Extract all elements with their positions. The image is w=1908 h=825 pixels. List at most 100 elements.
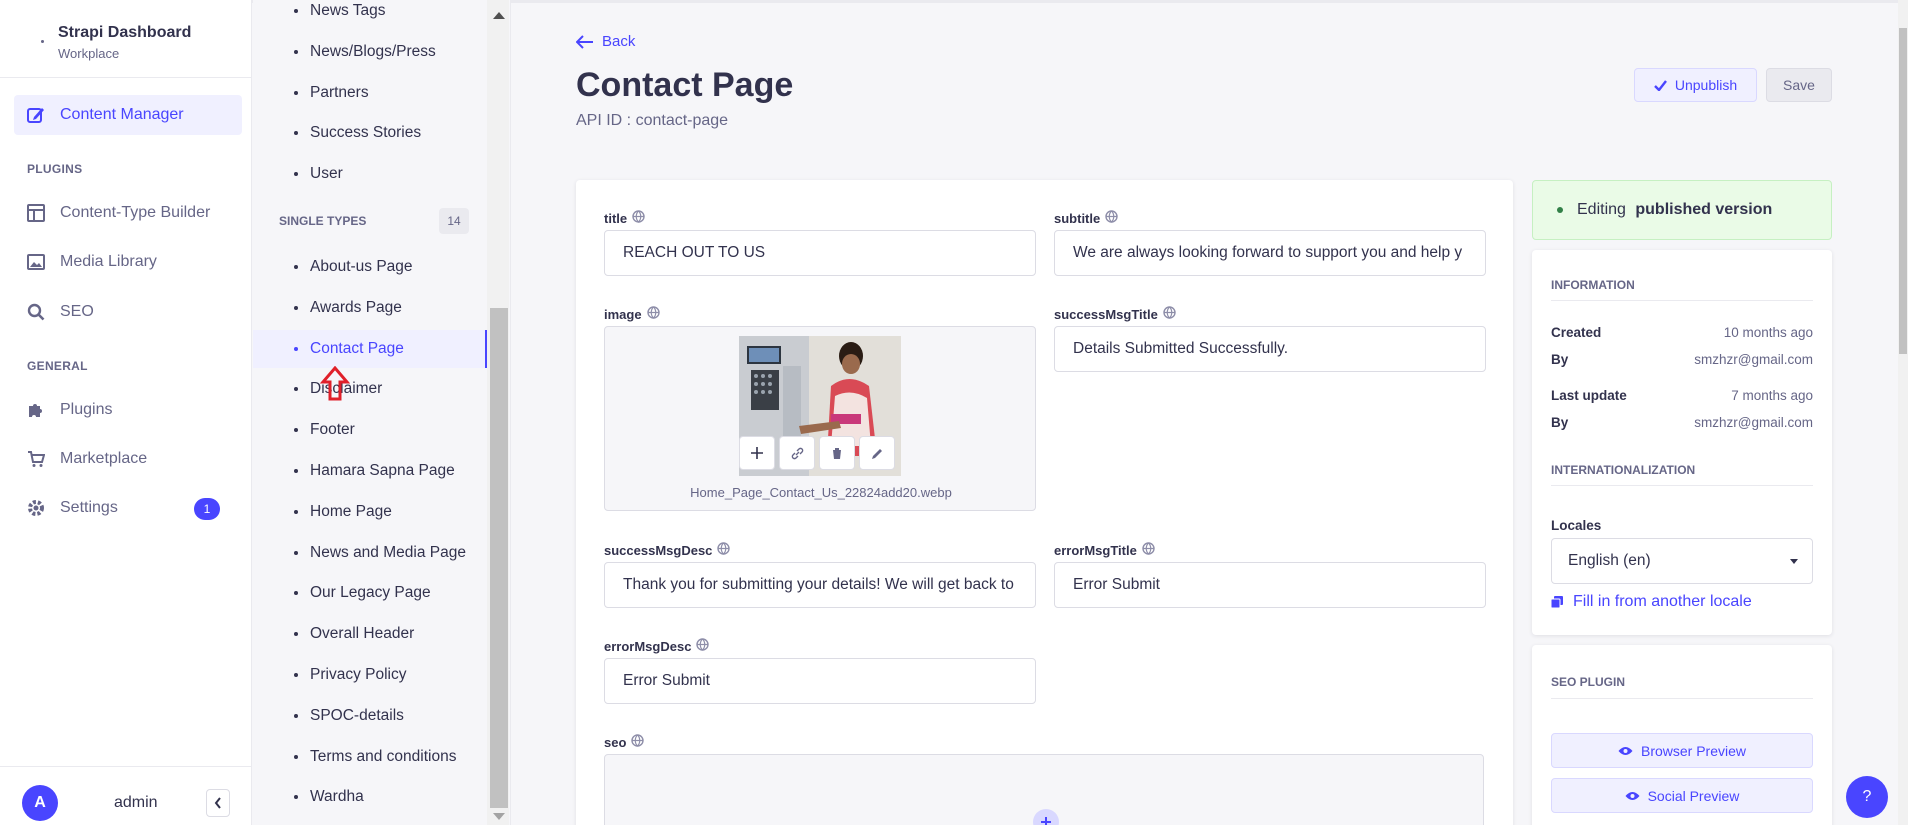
error-desc-input[interactable]: Error Submit bbox=[604, 658, 1036, 704]
nav-label: Marketplace bbox=[60, 450, 148, 467]
nav-label: Content-Type Builder bbox=[60, 204, 211, 221]
divider bbox=[1551, 300, 1813, 301]
globe-icon bbox=[631, 734, 645, 750]
divider bbox=[1551, 698, 1813, 699]
subnav-item[interactable]: User bbox=[253, 155, 487, 193]
label-text: title bbox=[604, 210, 628, 226]
caret-down-icon bbox=[1790, 559, 1798, 564]
subnav-item-label: Our Legacy Page bbox=[310, 584, 431, 602]
subnav-item[interactable]: Hamara Sapna Page bbox=[253, 452, 487, 490]
eye-icon bbox=[1618, 746, 1633, 755]
subnav-item-label: About-us Page bbox=[310, 258, 413, 275]
pencil-square-icon bbox=[26, 105, 46, 125]
nav-content-manager[interactable]: Content Manager bbox=[14, 95, 242, 135]
save-button[interactable]: Save bbox=[1766, 68, 1832, 102]
single-types-count: 14 bbox=[439, 208, 469, 234]
subnav-item[interactable]: Home Page bbox=[253, 493, 487, 531]
scroll-down-arrow[interactable] bbox=[493, 813, 505, 820]
social-preview-button[interactable]: Social Preview bbox=[1551, 778, 1813, 813]
nav-footer: A admin bbox=[0, 766, 252, 825]
bullet bbox=[294, 91, 298, 95]
page-scrollbar[interactable] bbox=[1898, 0, 1908, 825]
subnav-item[interactable]: Privacy Policy bbox=[253, 656, 487, 694]
browser-preview-label: Browser Preview bbox=[1640, 742, 1747, 759]
add-media-button[interactable] bbox=[739, 436, 775, 470]
locales-label: Locales bbox=[1551, 518, 1602, 533]
subnav-item-label: SPOC-details bbox=[310, 706, 404, 724]
subnav-item[interactable]: Disclaimer bbox=[253, 370, 487, 408]
label-text: successMsgTitle bbox=[1054, 306, 1158, 322]
single-types-heading: SINGLE TYPES bbox=[279, 214, 367, 228]
scroll-thumb[interactable] bbox=[490, 308, 508, 808]
edit-media-button[interactable] bbox=[859, 436, 895, 470]
subnav-item[interactable]: Success Stories bbox=[253, 114, 487, 152]
help-button[interactable]: ? bbox=[1846, 776, 1888, 818]
subnav-item[interactable]: Partners bbox=[253, 74, 487, 112]
user-name[interactable]: admin bbox=[114, 794, 158, 812]
success-desc-input[interactable]: Thank you for submitting your details! W… bbox=[604, 562, 1036, 608]
title-input[interactable]: REACH OUT TO US bbox=[604, 230, 1036, 276]
globe-icon bbox=[1163, 306, 1176, 322]
subnav-item-label: News/Blogs/Press bbox=[310, 43, 436, 60]
image-media-field[interactable]: Home_Page_Contact_Us_22824add20.webp bbox=[604, 326, 1036, 511]
label-text: subtitle bbox=[1054, 210, 1101, 226]
unpublish-button[interactable]: Unpublish bbox=[1634, 68, 1757, 102]
back-link[interactable]: Back bbox=[576, 33, 635, 50]
nav-label: Media Library bbox=[60, 253, 157, 270]
copy-link-button[interactable] bbox=[779, 436, 815, 470]
nav-content-type-builder[interactable]: Content-Type Builder bbox=[14, 193, 242, 233]
subnav-item[interactable]: About-us Page bbox=[253, 248, 487, 286]
subnav-item[interactable]: Terms and conditions bbox=[253, 738, 487, 776]
locale-value: English (en) bbox=[1568, 552, 1651, 569]
bullet bbox=[294, 632, 298, 637]
field-label-error-desc: errorMsgDesc bbox=[604, 638, 710, 654]
success-title-input[interactable]: Details Submitted Successfully. bbox=[1054, 326, 1486, 372]
subnav-scrollbar[interactable] bbox=[487, 0, 509, 825]
search-icon bbox=[26, 302, 46, 322]
field-label-error-title: errorMsgTitle bbox=[1054, 542, 1155, 558]
page-scroll-thumb[interactable] bbox=[1899, 28, 1907, 354]
brand-title: Strapi Dashboard bbox=[58, 24, 192, 41]
fill-from-locale-link[interactable]: Fill in from another locale bbox=[1551, 593, 1752, 611]
scroll-up-arrow[interactable] bbox=[493, 12, 505, 19]
subnav-item-label: News Tags bbox=[310, 2, 386, 19]
subnav-item[interactable]: News/Blogs/Press bbox=[253, 33, 487, 71]
subnav-item[interactable]: SPOC-details bbox=[253, 697, 487, 735]
seo-component-field bbox=[604, 754, 1484, 825]
delete-media-button[interactable] bbox=[819, 436, 855, 470]
nav-seo[interactable]: SEO bbox=[14, 292, 242, 332]
add-seo-component-button[interactable] bbox=[1033, 809, 1059, 825]
bullet bbox=[294, 131, 298, 135]
subnav-item[interactable]: Footer bbox=[253, 411, 487, 449]
field-label-seo: seo bbox=[604, 734, 645, 750]
subnav-item-label: Awards Page bbox=[310, 298, 402, 316]
fill-link-label: Fill in from another locale bbox=[1573, 593, 1752, 610]
link-icon bbox=[791, 447, 803, 459]
content-type-subnav: News Tags News/Blogs/Press Partners Success… bbox=[253, 0, 511, 825]
subnav-item[interactable]: News Tags bbox=[253, 0, 487, 30]
subnav-item[interactable]: Contact Page bbox=[253, 329, 487, 368]
bullet bbox=[294, 387, 298, 392]
nav-media-library[interactable]: Media Library bbox=[14, 242, 242, 282]
browser-preview-button[interactable]: Browser Preview bbox=[1551, 733, 1813, 768]
form-card: title REACH OUT TO US subtitle We are al… bbox=[576, 180, 1513, 825]
locale-select[interactable]: English (en) bbox=[1551, 538, 1813, 584]
subnav-item[interactable]: Our Legacy Page bbox=[253, 574, 487, 612]
avatar[interactable]: A bbox=[22, 785, 58, 821]
nav-marketplace[interactable]: Marketplace bbox=[14, 439, 242, 479]
subnav-item[interactable]: Awards Page bbox=[253, 289, 487, 327]
nav-settings[interactable]: Settings 1 bbox=[14, 488, 242, 528]
brand: Strapi Dashboard Workplace bbox=[0, 0, 252, 78]
error-title-input[interactable]: Error Submit bbox=[1054, 562, 1486, 608]
subtitle-input[interactable]: We are always looking forward to support… bbox=[1054, 230, 1486, 276]
subnav-item[interactable]: Wardha bbox=[253, 778, 487, 816]
collapse-nav-button[interactable] bbox=[206, 789, 230, 817]
bullet bbox=[294, 591, 298, 596]
globe-icon bbox=[696, 638, 710, 654]
bullet bbox=[294, 673, 298, 677]
subnav-item[interactable]: Overall Header bbox=[253, 615, 487, 653]
nav-plugins[interactable]: Plugins bbox=[14, 390, 242, 430]
status-strong: published version bbox=[1635, 201, 1773, 218]
subnav-item[interactable]: News and Media Page bbox=[253, 534, 487, 572]
pointer-arrow-icon bbox=[320, 366, 350, 401]
